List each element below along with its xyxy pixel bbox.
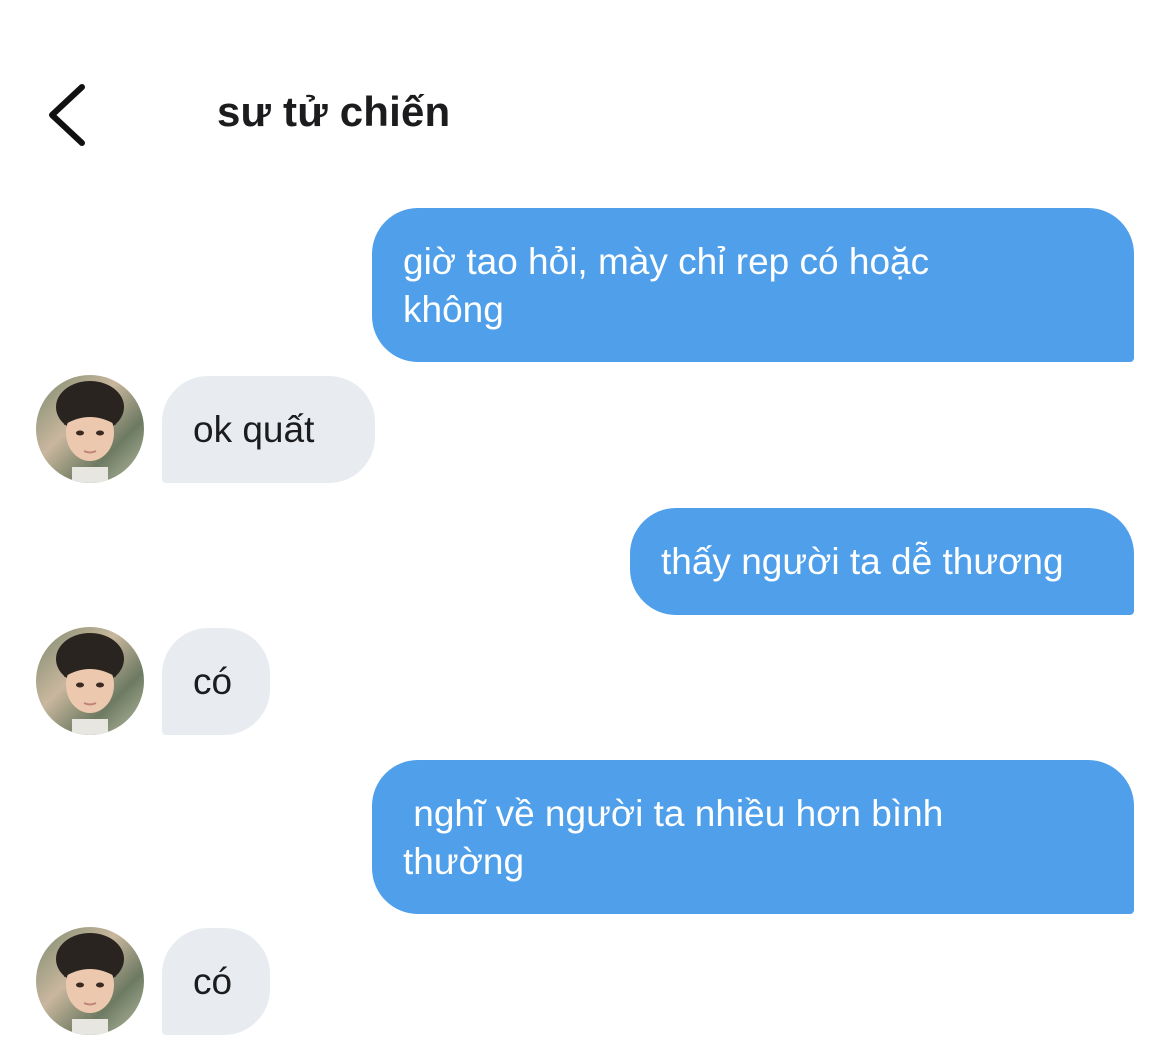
avatar[interactable] <box>36 375 144 483</box>
chevron-left-icon <box>49 84 85 146</box>
avatar[interactable] <box>36 927 144 1035</box>
incoming-message[interactable]: có <box>162 928 270 1035</box>
chat-header: sư tử chiến <box>0 0 1169 180</box>
incoming-message[interactable]: ok quất <box>162 376 375 483</box>
back-button[interactable] <box>40 82 96 148</box>
avatar[interactable] <box>36 627 144 735</box>
chat-title: sư tử chiến <box>217 88 451 135</box>
incoming-message[interactable]: có <box>162 628 270 735</box>
outgoing-message[interactable]: giờ tao hỏi, mày chỉ rep có hoặc không <box>372 208 1134 362</box>
outgoing-message[interactable]: thấy người ta dễ thương <box>630 508 1134 615</box>
outgoing-message[interactable]: nghĩ về người ta nhiều hơn bình thường <box>372 760 1134 914</box>
